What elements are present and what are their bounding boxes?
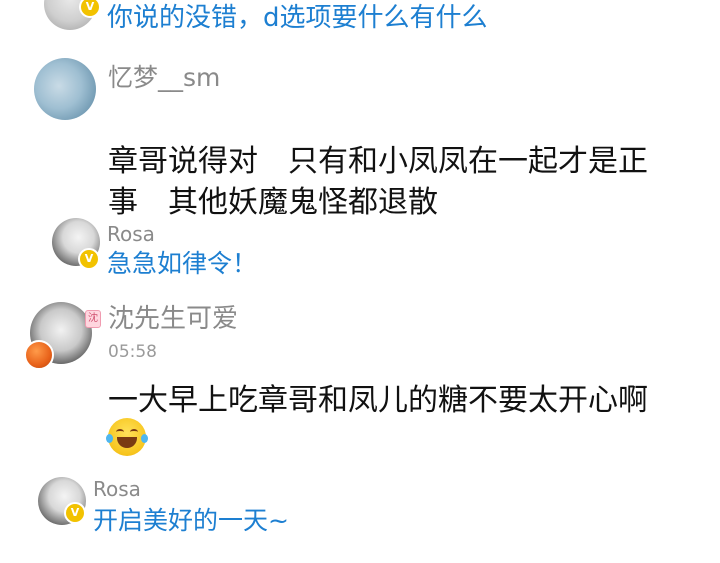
reply-text: 开启美好的一天~	[93, 506, 289, 535]
basketball-icon	[24, 340, 54, 370]
comment-text-line-1: 章哥说得对 只有和小凤凤在一起才是正	[108, 144, 648, 179]
laughing-tears-emoji-icon	[106, 418, 148, 456]
username[interactable]: Rosa	[107, 222, 155, 246]
reply-text: 急急如律令！	[107, 249, 258, 278]
avatar[interactable]	[34, 58, 96, 120]
verified-badge-icon: V	[64, 502, 86, 524]
username[interactable]: 沈先生可爱	[108, 302, 238, 336]
verified-badge-icon: V	[79, 0, 101, 18]
username[interactable]: Rosa	[93, 477, 141, 501]
comment-text: 一大早上吃章哥和凤儿的糖不要太开心啊	[108, 383, 648, 418]
comment-text-line-2: 事 其他妖魔鬼怪都退散	[108, 185, 438, 220]
sticker-icon: 沈	[85, 310, 101, 328]
username[interactable]: 忆梦__sm	[108, 62, 220, 94]
verified-badge-icon: V	[78, 248, 100, 270]
comment-time: 05:58	[108, 342, 157, 362]
reply-text: 你说的没错，d选项要什么有什么	[107, 3, 488, 33]
